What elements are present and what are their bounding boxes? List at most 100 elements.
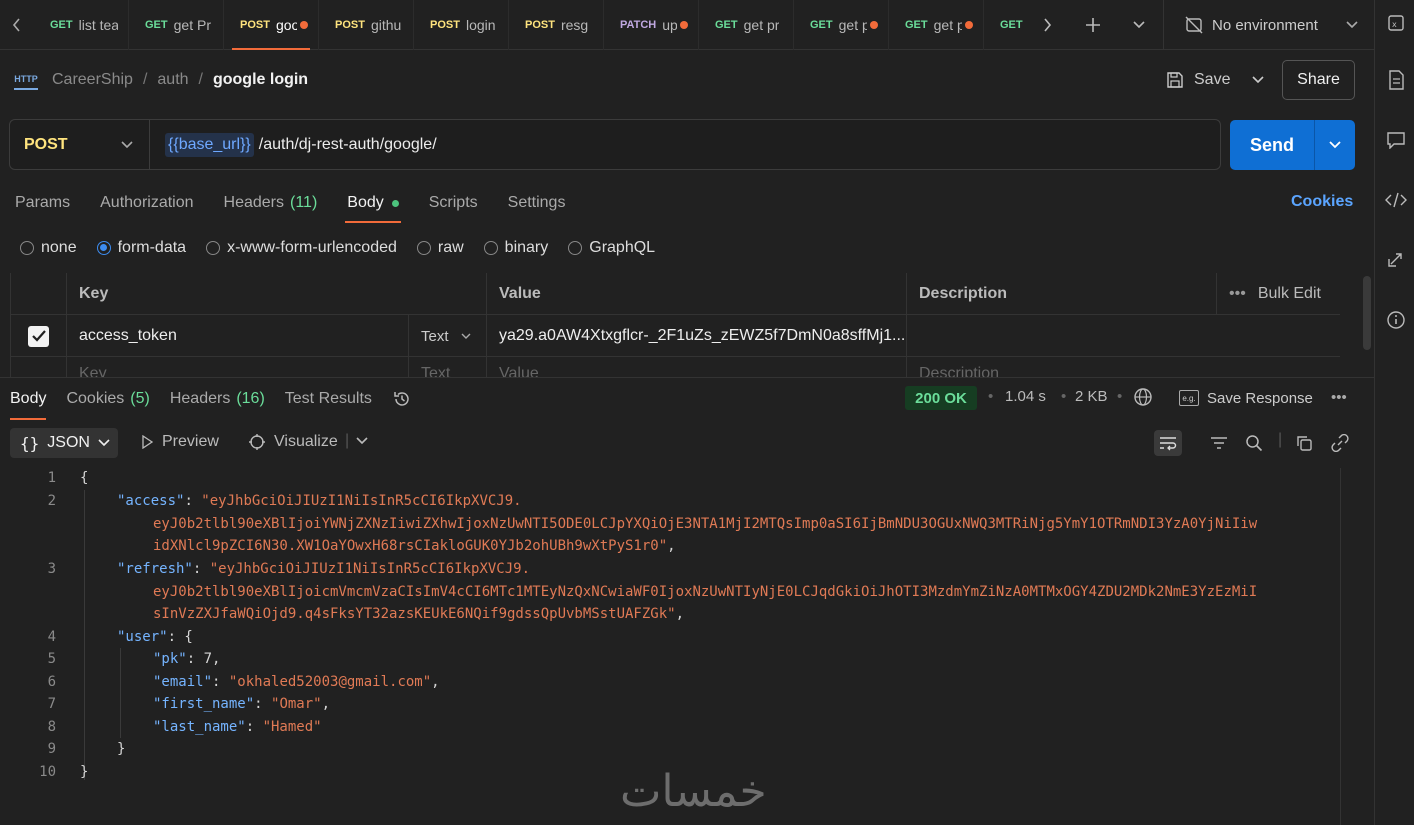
key-placeholder[interactable]: Key <box>67 357 409 377</box>
unsaved-dot <box>870 20 878 29</box>
related-collections-icon[interactable] <box>1385 248 1407 270</box>
format-selector[interactable]: {} JSON <box>10 428 118 458</box>
code-line: idXNlcl9pZCI6N30.XW1OaYOwxH68rsCIakloGUK… <box>153 538 676 554</box>
tab-settings[interactable]: Settings <box>508 183 566 223</box>
indent-guide <box>84 490 85 780</box>
more-dots-icon: ••• <box>1229 285 1246 302</box>
response-size[interactable]: 2 KB <box>1075 388 1108 405</box>
bulk-edit-button[interactable]: ••• Bulk Edit <box>1217 273 1340 315</box>
tab-params[interactable]: Params <box>15 183 70 223</box>
copy-icon[interactable] <box>1290 430 1318 456</box>
response-tab-body[interactable]: Body <box>10 378 47 420</box>
save-button[interactable]: Save <box>1166 62 1230 98</box>
environment-selector[interactable]: No environment <box>1163 0 1374 50</box>
visualize-chevron-icon[interactable] <box>356 437 368 445</box>
info-icon[interactable] <box>1385 309 1407 331</box>
method-chevron-icon <box>121 140 133 149</box>
radio-circle-icon <box>483 241 498 255</box>
description-placeholder[interactable]: Description <box>907 357 1340 377</box>
breadcrumb-folder[interactable]: auth <box>157 71 188 89</box>
type-placeholder[interactable]: Text <box>409 357 487 377</box>
status-badge[interactable]: 200 OK <box>905 386 977 410</box>
method-label: POST <box>24 135 68 153</box>
key-cell[interactable]: access_token <box>67 315 409 357</box>
preview-button[interactable]: Preview <box>141 433 219 451</box>
request-tab[interactable]: POST login <box>414 0 509 50</box>
wrap-lines-icon[interactable] <box>1154 430 1182 456</box>
radio-graphql[interactable]: GraphQL <box>568 239 655 257</box>
table-scrollbar[interactable] <box>1363 276 1371 350</box>
radio-none[interactable]: none <box>20 239 77 257</box>
request-tab[interactable]: POST goo <box>224 0 319 50</box>
send-button[interactable]: Send <box>1230 120 1355 170</box>
radio-x-www-form-urlencoded[interactable]: x-www-form-urlencoded <box>206 239 397 257</box>
braces-icon: {} <box>20 433 40 453</box>
request-tab[interactable]: GET <box>984 0 1024 50</box>
send-label: Send <box>1249 134 1294 155</box>
type-selector[interactable]: Text <box>409 315 487 357</box>
response-tab-cookies[interactable]: Cookies (5) <box>66 378 149 420</box>
request-tab[interactable]: GET get Pr <box>129 0 224 50</box>
value-cell[interactable]: ya29.a0AW4Xtxgflcr-_2F1uZs_zEWZ5f7DmN0a8… <box>487 315 907 357</box>
cookies-link[interactable]: Cookies <box>1291 193 1353 211</box>
response-time[interactable]: 1.04 s <box>1005 388 1046 405</box>
filter-icon[interactable] <box>1205 430 1233 456</box>
link-icon[interactable] <box>1326 430 1354 456</box>
tab-method: PATCH <box>620 18 657 31</box>
tab-body[interactable]: Body <box>345 183 402 223</box>
request-tab[interactable]: GET list tea <box>34 0 129 50</box>
url-variable[interactable]: {{base_url}} <box>165 132 254 157</box>
request-tab[interactable]: GET get p <box>794 0 889 50</box>
tab-headers[interactable]: Headers (11) <box>224 183 318 223</box>
comments-icon[interactable] <box>1385 129 1407 151</box>
search-icon[interactable] <box>1240 430 1268 456</box>
tabs-scroll-left-icon[interactable] <box>0 0 34 50</box>
response-more-icon[interactable]: ••• <box>1331 389 1347 406</box>
network-globe-icon[interactable] <box>1133 387 1153 407</box>
request-tabs: GET list tea GET get Pr POST goo POST githu POST… <box>34 0 1024 50</box>
breadcrumb-workspace[interactable]: CareerShip <box>52 71 133 89</box>
table-row-placeholder: Key Text Value Description <box>11 357 1340 377</box>
json-key: "pk" <box>153 651 187 667</box>
value-header: Value <box>487 273 907 315</box>
response-tab-test-results[interactable]: Test Results <box>285 378 372 420</box>
request-tab[interactable]: POST githu <box>319 0 414 50</box>
save-response-button[interactable]: e.g. Save Response <box>1179 386 1313 410</box>
response-tab-headers[interactable]: Headers (16) <box>170 378 265 420</box>
row-checkbox[interactable] <box>11 315 67 357</box>
request-tab[interactable]: GET get p <box>889 0 984 50</box>
radio-raw[interactable]: raw <box>416 239 464 257</box>
description-cell[interactable] <box>907 315 1340 357</box>
value-placeholder[interactable]: Value <box>487 357 907 377</box>
tab-scripts[interactable]: Scripts <box>429 183 478 223</box>
visualize-label: Visualize <box>274 433 338 450</box>
url-bar: POST {{base_url}} /auth/dj-rest-auth/goo… <box>9 119 1221 170</box>
new-tab-plus-icon[interactable] <box>1070 0 1116 50</box>
meta-separator: • <box>988 388 994 405</box>
documentation-icon[interactable] <box>1385 69 1407 91</box>
json-key: "first_name" <box>153 696 255 712</box>
unsaved-dot <box>300 20 308 29</box>
history-icon[interactable] <box>392 378 412 420</box>
tab-method: GET <box>1000 18 1023 31</box>
save-options-chevron-icon[interactable] <box>1246 62 1270 98</box>
environment-quick-look-icon[interactable]: x <box>1385 12 1407 34</box>
request-tab[interactable]: POST resg <box>509 0 604 50</box>
tabs-overflow-chevron-icon[interactable] <box>1116 0 1162 50</box>
code-snippet-icon[interactable] <box>1385 189 1407 211</box>
send-options-chevron-icon[interactable] <box>1314 120 1355 170</box>
visualize-button[interactable]: Visualize <box>248 433 338 451</box>
breadcrumb-request-name[interactable]: google login <box>213 71 308 89</box>
tab-title: goo <box>275 16 297 33</box>
share-button[interactable]: Share <box>1282 60 1355 100</box>
code-line: "last_name": "Hamed" <box>153 719 322 735</box>
radio-binary[interactable]: binary <box>483 239 548 257</box>
request-tab[interactable]: PATCH upd <box>604 0 699 50</box>
tab-method: GET <box>50 18 73 31</box>
tabs-scroll-right-icon[interactable] <box>1024 0 1070 50</box>
radio-form-data[interactable]: form-data <box>96 239 186 257</box>
request-tab[interactable]: GET get pr <box>699 0 794 50</box>
url-input[interactable]: {{base_url}} /auth/dj-rest-auth/google/ <box>150 132 437 157</box>
tab-authorization[interactable]: Authorization <box>100 183 193 223</box>
method-selector[interactable]: POST <box>10 120 150 169</box>
